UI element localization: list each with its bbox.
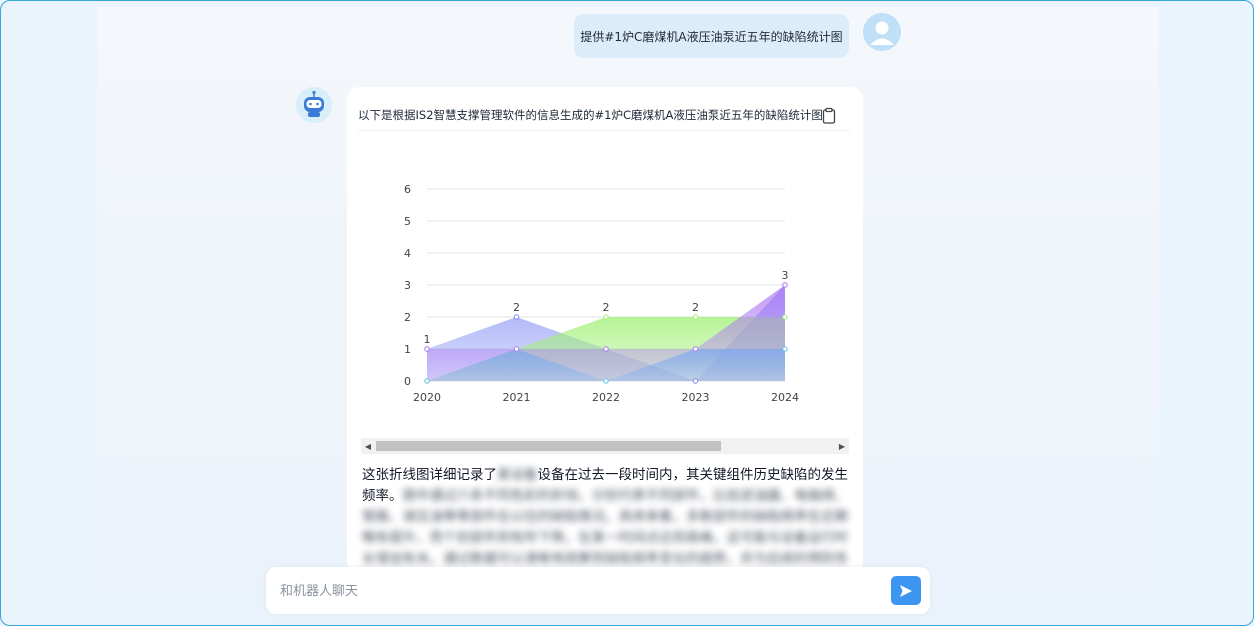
user-message-bubble: 提供#1炉C磨煤机A液压油泵近五年的缺陷统计图 [574, 14, 849, 58]
data-point [692, 346, 699, 352]
user-message-text: 提供#1炉C磨煤机A液压油泵近五年的缺陷统计图 [580, 29, 843, 44]
defect-chart: 0 1 2 3 4 5 6 2020 2021 2022 2023 2024 1 2 3 2 2 [359, 137, 851, 437]
x-tick-label: 2023 [682, 391, 710, 404]
data-label: 1 [424, 333, 431, 346]
data-point [782, 346, 788, 352]
defect-area-chart: 01234562020 2021 2022 2023 20241232 2 [404, 183, 799, 404]
description-redacted: 某设备 [497, 467, 538, 483]
x-tick-label: 2021 [503, 391, 531, 404]
x-tick-label: 2022 [592, 391, 620, 404]
clipboard-icon [822, 107, 836, 124]
scrollbar-thumb[interactable] [376, 441, 721, 451]
data-point [513, 346, 520, 352]
data-point [603, 378, 609, 384]
user-avatar-icon [863, 13, 901, 51]
y-tick-label: 5 [404, 215, 411, 228]
description-blurred-text: 图中通过六条不同色彩的折线，分别代表不同部件，比如滤油器、电磁阀、管路、液压油等… [362, 488, 848, 573]
data-point [424, 346, 430, 352]
data-label: 3 [782, 269, 789, 282]
data-point [692, 378, 699, 384]
robot-icon [296, 87, 332, 123]
data-point [782, 282, 788, 288]
data-point [603, 346, 609, 352]
chart-description: 这张折线图详细记录了某设备设备在过去一段时间内，其关键组件历史缺陷的发生频率。图… [362, 465, 852, 573]
title-divider [358, 130, 850, 131]
bot-message-card: 以下是根据IS2智慧支撑管理软件的信息生成的#1炉C磨煤机A液压油泵近五年的缺陷… [347, 87, 863, 573]
x-tick-label: 2024 [771, 391, 799, 404]
y-tick-label: 0 [404, 375, 411, 388]
user-avatar [863, 13, 901, 51]
x-tick-label: 2020 [413, 391, 441, 404]
chat-input[interactable] [278, 577, 882, 605]
send-button[interactable] [891, 576, 921, 605]
chart-horizontal-scrollbar[interactable]: ◀ ▶ [361, 438, 849, 454]
bot-message-title: 以下是根据IS2智慧支撑管理软件的信息生成的#1炉C磨煤机A液压油泵近五年的缺陷… [358, 108, 823, 122]
data-point [513, 314, 520, 320]
y-tick-label: 2 [404, 311, 411, 324]
data-label: 2 [513, 301, 520, 314]
scroll-right-arrow-icon[interactable]: ▶ [835, 438, 849, 454]
data-point [782, 314, 788, 320]
data-label: 2 [603, 301, 610, 314]
description-prefix: 这张折线图详细记录了 [362, 467, 497, 483]
y-tick-label: 3 [404, 279, 411, 292]
y-tick-label: 1 [404, 343, 411, 356]
app-window: 提供#1炉C磨煤机A液压油泵近五年的缺陷统计图 以下是根据IS2智慧支撑管理软件… [0, 0, 1254, 626]
scroll-left-arrow-icon[interactable]: ◀ [361, 438, 375, 454]
data-label: 2 [692, 301, 699, 314]
data-point [603, 314, 609, 320]
y-tick-label: 4 [404, 247, 411, 260]
bot-avatar [296, 87, 332, 123]
y-tick-label: 6 [404, 183, 411, 196]
data-point [692, 314, 699, 320]
data-point [424, 378, 430, 384]
send-icon [900, 584, 912, 597]
chat-input-bar [266, 567, 930, 614]
copy-button[interactable] [819, 106, 839, 126]
